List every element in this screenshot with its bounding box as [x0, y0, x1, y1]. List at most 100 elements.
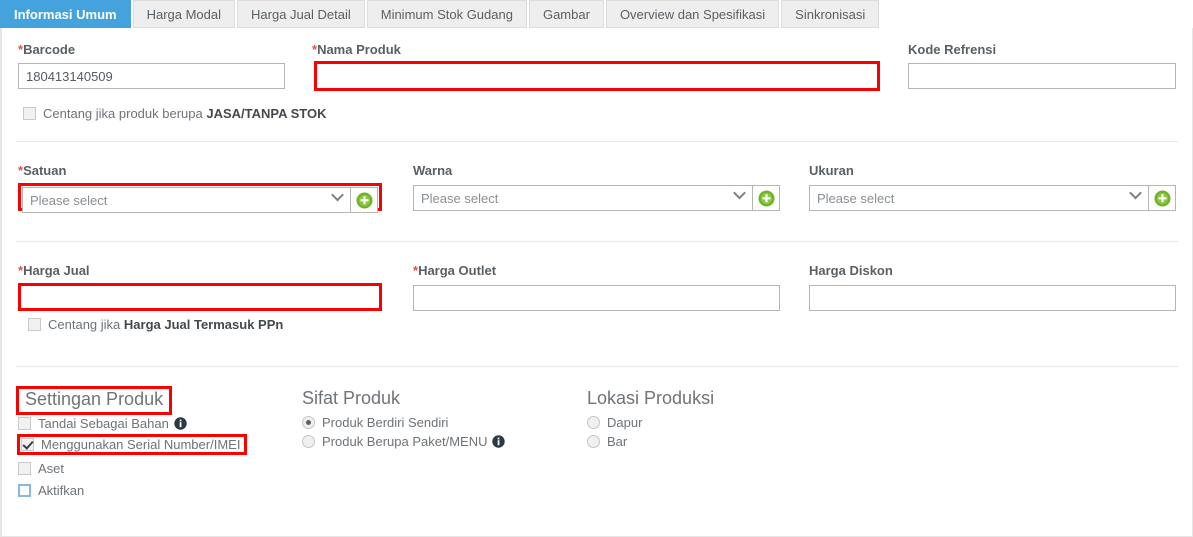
satuan-select-group: Please select [18, 183, 382, 213]
info-icon[interactable] [492, 435, 506, 448]
ukuran-select[interactable]: Please select [809, 185, 1148, 211]
sifat-produk-heading: Sifat Produk [302, 388, 400, 409]
harga-diskon-input[interactable] [809, 285, 1176, 311]
kode-refrensi-label: Kode Refrensi [908, 42, 996, 57]
jasa-tanpa-stok-checkbox[interactable] [23, 107, 36, 120]
serial-number-imei-label: Menggunakan Serial Number/IMEI [41, 437, 241, 452]
info-icon[interactable] [174, 417, 187, 430]
barcode-label-text: Barcode [23, 42, 76, 57]
nama-produk-label: *Nama Produk [312, 42, 401, 57]
serial-number-imei-checkbox[interactable] [21, 438, 34, 451]
produk-berupa-paket-row[interactable]: Produk Berupa Paket/MENU [302, 434, 506, 449]
lokasi-dapur-row[interactable]: Dapur [587, 415, 642, 430]
divider-2 [16, 241, 1178, 242]
harga-jual-label: *Harga Jual [18, 263, 90, 278]
tab-label: Minimum Stok Gudang [380, 7, 513, 22]
nama-produk-label-text: Nama Produk [317, 42, 401, 57]
tab-informasi-umum[interactable]: Informasi Umum [0, 0, 131, 28]
tab-harga-modal[interactable]: Harga Modal [132, 0, 236, 28]
harga-jual-input[interactable] [18, 283, 382, 311]
aktifkan-checkbox[interactable] [18, 484, 31, 497]
chevron-down-icon [1129, 186, 1142, 200]
satuan-label-text: Satuan [23, 163, 67, 178]
warna-select[interactable]: Please select [413, 185, 752, 211]
satuan-label: *Satuan [18, 163, 66, 178]
warna-label: Warna [413, 163, 452, 178]
produk-berupa-paket-radio[interactable] [302, 435, 315, 448]
divider-3 [16, 366, 1178, 367]
jasa-tanpa-stok-label: Centang jika produk berupa JASA/TANPA ST… [43, 106, 327, 121]
jasa-tanpa-stok-checkbox-row[interactable]: Centang jika produk berupa JASA/TANPA ST… [23, 106, 327, 121]
tandai-sebagai-bahan-checkbox[interactable] [18, 417, 31, 430]
lokasi-bar-row[interactable]: Bar [587, 434, 627, 449]
tab-minimum-stok-gudang[interactable]: Minimum Stok Gudang [366, 0, 527, 28]
warna-select-group: Please select [413, 185, 780, 213]
jasa-prefix-text: Centang jika produk berupa [43, 106, 207, 121]
produk-berdiri-sendiri-radio[interactable] [302, 416, 315, 429]
ukuran-label: Ukuran [809, 163, 854, 178]
tab-label: Overview dan Spesifikasi [619, 7, 766, 22]
lokasi-bar-label: Bar [607, 434, 628, 449]
barcode-label: *Barcode [18, 42, 75, 57]
plus-circle-icon [758, 190, 774, 206]
ukuran-selected-value: Please select [817, 190, 895, 206]
plus-circle-icon [1154, 190, 1170, 206]
harga-jual-ppn-checkbox[interactable] [28, 318, 41, 331]
satuan-selected-value: Please select [30, 192, 108, 208]
divider-1 [16, 141, 1178, 142]
tab-sinkronisasi[interactable]: Sinkronisasi [781, 0, 880, 28]
lokasi-produksi-heading: Lokasi Produksi [587, 388, 714, 409]
aset-row[interactable]: Aset [18, 461, 64, 476]
produk-berdiri-sendiri-row[interactable]: Produk Berdiri Sendiri [302, 415, 448, 430]
aktifkan-label: Aktifkan [38, 483, 85, 498]
harga-diskon-label: Harga Diskon [809, 263, 893, 278]
tab-label: Informasi Umum [14, 7, 117, 22]
ppn-strong-text: Harga Jual Termasuk PPn [123, 317, 284, 332]
aset-label: Aset [38, 461, 65, 476]
nama-produk-input[interactable] [314, 61, 880, 91]
sifat-produk-heading-text: Sifat Produk [302, 388, 401, 408]
warna-add-button[interactable] [752, 185, 780, 211]
settingan-produk-heading-text: Settingan Produk [25, 389, 164, 409]
jasa-strong-text: JASA/TANPA STOK [206, 106, 327, 121]
serial-number-imei-row[interactable]: Menggunakan Serial Number/IMEI [17, 434, 248, 455]
tab-label: Harga Jual Detail [251, 7, 351, 22]
tab-overview-dan-spesifikasi[interactable]: Overview dan Spesifikasi [605, 0, 780, 28]
kode-refrensi-input[interactable] [908, 63, 1176, 89]
tab-gambar[interactable]: Gambar [528, 0, 604, 28]
tandai-sebagai-bahan-label: Tandai Sebagai Bahan [38, 416, 169, 431]
kode-refrensi-label-text: Kode Refrensi [908, 42, 997, 57]
chevron-down-icon [733, 186, 746, 200]
tab-label: Gambar [542, 7, 590, 22]
tab-bar: Informasi Umum Harga Modal Harga Jual De… [0, 0, 1193, 28]
tandai-sebagai-bahan-row[interactable]: Tandai Sebagai Bahan [18, 416, 187, 431]
ukuran-select-group: Please select [809, 185, 1176, 213]
ppn-prefix-text: Centang jika [48, 317, 124, 332]
satuan-select[interactable]: Please select [22, 187, 350, 213]
harga-jual-ppn-label: Centang jika Harga Jual Termasuk PPn [48, 317, 283, 332]
settingan-produk-heading: Settingan Produk [16, 386, 173, 415]
harga-diskon-label-text: Harga Diskon [809, 263, 893, 278]
harga-jual-label-text: Harga Jual [23, 263, 90, 278]
tab-label: Sinkronisasi [795, 7, 866, 22]
chevron-down-icon [331, 188, 344, 202]
ukuran-label-text: Ukuran [809, 163, 854, 178]
tab-label: Harga Modal [146, 7, 222, 22]
barcode-input[interactable] [18, 63, 285, 89]
tab-harga-jual-detail[interactable]: Harga Jual Detail [237, 0, 365, 28]
satuan-add-button[interactable] [350, 187, 378, 213]
lokasi-dapur-radio[interactable] [587, 416, 600, 429]
lokasi-dapur-label: Dapur [607, 415, 643, 430]
aktifkan-row[interactable]: Aktifkan [18, 483, 84, 498]
lokasi-bar-radio[interactable] [587, 435, 600, 448]
plus-circle-icon [356, 192, 372, 208]
harga-outlet-label-text: Harga Outlet [418, 263, 497, 278]
harga-jual-ppn-checkbox-row[interactable]: Centang jika Harga Jual Termasuk PPn [28, 317, 283, 332]
aset-checkbox[interactable] [18, 462, 31, 475]
harga-outlet-input[interactable] [413, 285, 780, 311]
produk-berupa-paket-label: Produk Berupa Paket/MENU [322, 434, 488, 449]
informasi-umum-panel: *Barcode *Nama Produk Kode Refrensi Cent… [0, 28, 1193, 537]
ukuran-add-button[interactable] [1148, 185, 1176, 211]
lokasi-produksi-heading-text: Lokasi Produksi [587, 388, 715, 408]
harga-outlet-label: *Harga Outlet [413, 263, 496, 278]
